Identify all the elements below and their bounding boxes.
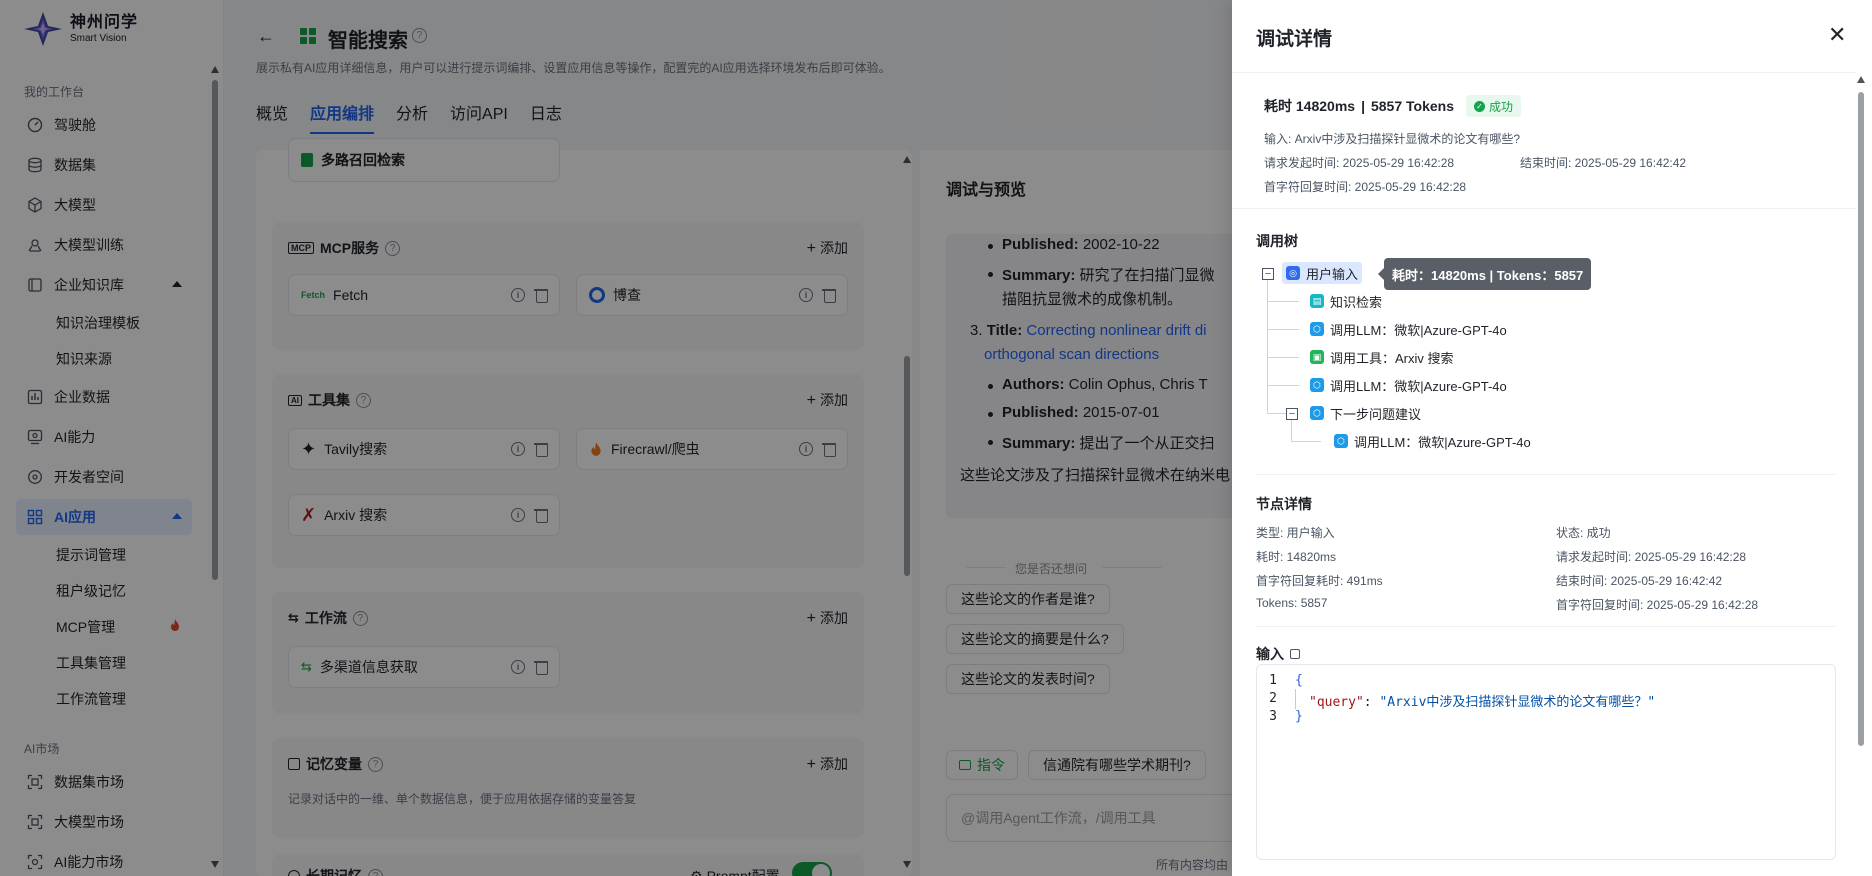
code-line: "query": "Arxiv中涉及扫描探针显微术的论文有哪些？": [1309, 695, 1656, 710]
node-type: 类型: 用户输入: [1256, 526, 1335, 540]
code-line: }: [1295, 709, 1303, 724]
check-circle-icon: ✓: [1474, 100, 1485, 112]
tree-node-user-input[interactable]: ◎ 用户输入: [1282, 262, 1363, 284]
tree-node-knowledge[interactable]: ▤ 知识检索: [1306, 290, 1386, 312]
scrollbar-thumb[interactable]: [1858, 92, 1864, 746]
node-details-title: 节点详情: [1256, 496, 1312, 512]
node-first-time: 首字符回复时间: 2025-05-29 16:42:28: [1556, 598, 1759, 612]
node-tokens: Tokens: 5857: [1256, 596, 1328, 610]
llm-icon: ⬡: [1334, 434, 1348, 448]
call-tree-title: 调用树: [1256, 233, 1298, 249]
llm-icon: ⬡: [1310, 378, 1324, 392]
collapse-toggle-icon[interactable]: −: [1286, 408, 1298, 420]
tree-node-tool[interactable]: ▣ 调用工具：Arxiv 搜索: [1306, 346, 1458, 368]
code-line: {: [1295, 673, 1303, 688]
tool-icon: ▣: [1310, 350, 1324, 364]
close-icon[interactable]: ✕: [1828, 24, 1846, 46]
suggest-icon: ⬡: [1310, 406, 1324, 420]
llm-icon: ⬡: [1310, 322, 1324, 336]
node-cost: 耗时: 14820ms: [1256, 550, 1337, 564]
status-badge: ✓ 成功: [1466, 95, 1522, 117]
node-tooltip: 耗时：14820ms | Tokens：5857: [1377, 258, 1592, 290]
summary-line: 耗时 14820ms | 5857 Tokens ✓ 成功: [1264, 95, 1522, 117]
input-code-viewer[interactable]: 1 { 2 "query": "Arxiv中涉及扫描探针显微术的论文有哪些？" …: [1256, 664, 1836, 860]
tree-node-next-suggest[interactable]: ⬡ 下一步问题建议: [1306, 402, 1425, 424]
node-status: 状态: 成功: [1556, 526, 1611, 540]
node-request-time: 请求发起时间: 2025-05-29 16:42:28: [1556, 550, 1747, 564]
request-time: 请求发起时间: 2025-05-29 16:42:28: [1264, 156, 1455, 170]
total-time: 耗时 14820ms: [1264, 98, 1356, 114]
scroll-up-icon[interactable]: [1857, 76, 1865, 83]
drawer-title: 调试详情: [1256, 29, 1333, 50]
node-first-reply: 首字符回复耗时: 491ms: [1256, 574, 1383, 588]
tree-node-llm[interactable]: ⬡ 调用LLM：微软|Azure-GPT-4o: [1306, 374, 1511, 396]
input-title: 输入: [1256, 646, 1284, 662]
tree-node-llm[interactable]: ⬡ 调用LLM：微软|Azure-GPT-4o: [1330, 430, 1535, 452]
modal-overlay[interactable]: [0, 0, 1232, 876]
first-token-time: 首字符回复时间: 2025-05-29 16:42:28: [1264, 180, 1467, 194]
end-time: 结束时间: 2025-05-29 16:42:42: [1520, 156, 1687, 170]
copy-icon[interactable]: [1290, 649, 1300, 659]
separator: |: [1361, 98, 1365, 114]
collapse-toggle-icon[interactable]: −: [1262, 268, 1274, 280]
drawer-scrollbar[interactable]: [1856, 76, 1866, 876]
total-tokens: 5857 Tokens: [1370, 98, 1454, 114]
tree-node-llm[interactable]: ⬡ 调用LLM：微软|Azure-GPT-4o: [1306, 318, 1511, 340]
debug-details-drawer: 调试详情 ✕ 耗时 14820ms | 5857 Tokens ✓ 成功 输入:…: [1232, 0, 1872, 876]
node-end-time: 结束时间: 2025-05-29 16:42:42: [1556, 574, 1723, 588]
input-text: 输入: Arxiv中涉及扫描探针显微术的论文有哪些?: [1264, 132, 1521, 146]
knowledge-icon: ▤: [1310, 294, 1324, 308]
node-icon: ◎: [1286, 266, 1300, 280]
